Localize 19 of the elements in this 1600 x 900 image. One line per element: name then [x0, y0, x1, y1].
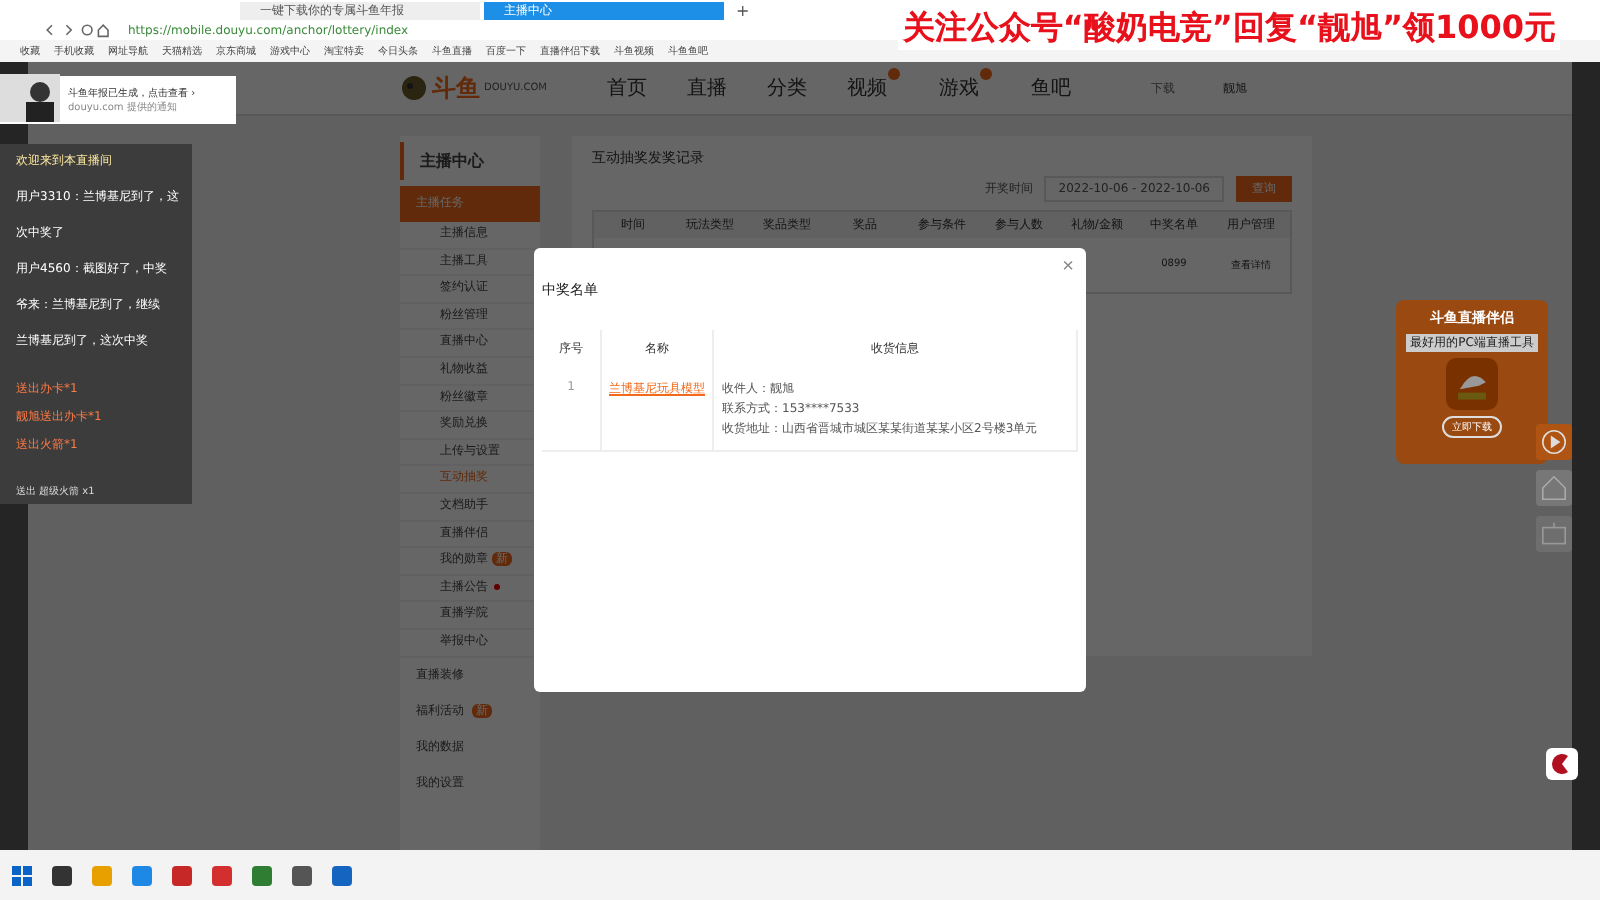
play-icon: [1538, 426, 1570, 458]
windows-start-icon[interactable]: [12, 865, 32, 885]
sidebar-title: 主播中心: [400, 142, 540, 180]
nav-link[interactable]: 视频: [847, 74, 887, 102]
close-button[interactable]: ×: [1062, 256, 1074, 278]
shark-app-icon: [1446, 358, 1498, 410]
nav-link[interactable]: 游戏: [939, 74, 979, 102]
new-tab-button[interactable]: +: [728, 2, 758, 20]
nav-link[interactable]: 首页: [607, 74, 647, 102]
robot-icon: [1538, 518, 1570, 550]
nav-link[interactable]: 鱼吧: [1031, 74, 1071, 102]
plugin-icon[interactable]: [1546, 748, 1578, 780]
home-icon: [1538, 472, 1570, 504]
play-button[interactable]: [1536, 424, 1572, 460]
promo-banner: 关注公众号“酸奶电竞”回复“靓旭”领1000元: [898, 8, 1560, 50]
logo-text: 斗鱼: [432, 71, 480, 105]
nav-link[interactable]: 直播: [687, 74, 727, 102]
fish-logo-icon: [400, 74, 428, 102]
nav-link[interactable]: 分类: [767, 74, 807, 102]
